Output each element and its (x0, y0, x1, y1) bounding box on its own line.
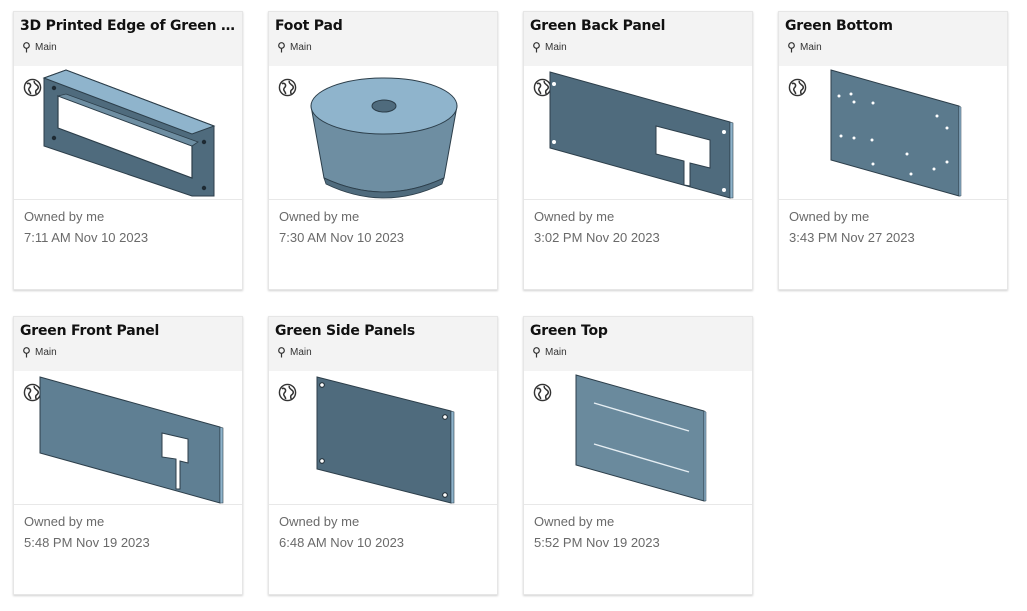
document-card[interactable]: Green Top Main Owned by me 5:52 PM Nov 1… (523, 316, 753, 595)
document-thumbnail[interactable] (14, 66, 242, 199)
document-grid: 3D Printed Edge of Green Box Ca... Main … (0, 0, 1027, 611)
owner-label: Owned by me (279, 209, 360, 224)
modified-date: 3:43 PM Nov 27 2023 (789, 230, 915, 245)
card-header: 3D Printed Edge of Green Box Ca... Main (14, 12, 242, 66)
bottom-panel-model (830, 69, 962, 197)
branch-label: Main (290, 346, 312, 358)
foot-pad-model (310, 77, 458, 199)
owner-label: Owned by me (534, 209, 615, 224)
document-card[interactable]: Green Front Panel Main Owned by me 5:48 … (13, 316, 243, 595)
branch-pin-icon (23, 41, 30, 52)
document-title[interactable]: Green Bottom (785, 18, 1001, 34)
document-title[interactable]: Foot Pad (275, 18, 491, 34)
document-thumbnail[interactable] (524, 371, 752, 504)
owner-label: Owned by me (24, 514, 105, 529)
document-title[interactable]: 3D Printed Edge of Green Box Ca... (20, 18, 236, 34)
card-footer: Owned by me 6:48 AM Nov 10 2023 (269, 504, 497, 597)
branch-pin-icon (278, 41, 285, 52)
document-card[interactable]: Green Bottom Main Owned by me 3:43 PM No… (778, 11, 1008, 290)
branch-pin-icon (533, 346, 540, 357)
branch-info: Main (532, 345, 567, 359)
owner-label: Owned by me (24, 209, 105, 224)
branch-pin-icon (533, 41, 540, 52)
branch-info: Main (22, 40, 57, 54)
document-thumbnail[interactable] (779, 66, 1007, 199)
card-footer: Owned by me 7:30 AM Nov 10 2023 (269, 199, 497, 292)
card-header: Green Front Panel Main (14, 317, 242, 371)
front-panel-model (39, 376, 224, 504)
card-header: Foot Pad Main (269, 12, 497, 66)
owner-label: Owned by me (789, 209, 870, 224)
document-card[interactable]: Green Side Panels Main Owned by me 6:48 … (268, 316, 498, 595)
card-footer: Owned by me 7:11 AM Nov 10 2023 (14, 199, 242, 292)
card-footer: Owned by me 5:52 PM Nov 19 2023 (524, 504, 752, 597)
modified-date: 5:52 PM Nov 19 2023 (534, 535, 660, 550)
document-card[interactable]: Foot Pad Main Owned by me 7:30 AM Nov 10… (268, 11, 498, 290)
top-panel-model (575, 374, 707, 502)
branch-info: Main (787, 40, 822, 54)
branch-pin-icon (278, 346, 285, 357)
modified-date: 5:48 PM Nov 19 2023 (24, 535, 150, 550)
branch-label: Main (800, 41, 822, 53)
document-title[interactable]: Green Side Panels (275, 323, 491, 339)
card-header: Green Back Panel Main (524, 12, 752, 66)
document-thumbnail[interactable] (269, 371, 497, 504)
frame-model (42, 69, 216, 197)
modified-date: 6:48 AM Nov 10 2023 (279, 535, 405, 550)
card-footer: Owned by me 3:02 PM Nov 20 2023 (524, 199, 752, 292)
modified-date: 3:02 PM Nov 20 2023 (534, 230, 660, 245)
card-header: Green Side Panels Main (269, 317, 497, 371)
branch-info: Main (22, 345, 57, 359)
document-thumbnail[interactable] (14, 371, 242, 504)
side-panel-model (316, 376, 455, 504)
branch-info: Main (532, 40, 567, 54)
card-footer: Owned by me 3:43 PM Nov 27 2023 (779, 199, 1007, 292)
branch-label: Main (545, 346, 567, 358)
document-title[interactable]: Green Top (530, 323, 746, 339)
card-header: Green Bottom Main (779, 12, 1007, 66)
branch-label: Main (290, 41, 312, 53)
branch-label: Main (545, 41, 567, 53)
document-card[interactable]: 3D Printed Edge of Green Box Ca... Main … (13, 11, 243, 290)
document-thumbnail[interactable] (524, 66, 752, 199)
modified-date: 7:11 AM Nov 10 2023 (24, 230, 149, 245)
card-footer: Owned by me 5:48 PM Nov 19 2023 (14, 504, 242, 597)
back-panel-model (549, 71, 734, 199)
branch-info: Main (277, 345, 312, 359)
owner-label: Owned by me (534, 514, 615, 529)
branch-pin-icon (788, 41, 795, 52)
owner-label: Owned by me (279, 514, 360, 529)
branch-label: Main (35, 346, 57, 358)
card-header: Green Top Main (524, 317, 752, 371)
branch-info: Main (277, 40, 312, 54)
document-title[interactable]: Green Back Panel (530, 18, 746, 34)
modified-date: 7:30 AM Nov 10 2023 (279, 230, 405, 245)
document-title[interactable]: Green Front Panel (20, 323, 236, 339)
document-thumbnail[interactable] (269, 66, 497, 199)
document-card[interactable]: Green Back Panel Main Owned by me 3:02 P… (523, 11, 753, 290)
branch-label: Main (35, 41, 57, 53)
branch-pin-icon (23, 346, 30, 357)
